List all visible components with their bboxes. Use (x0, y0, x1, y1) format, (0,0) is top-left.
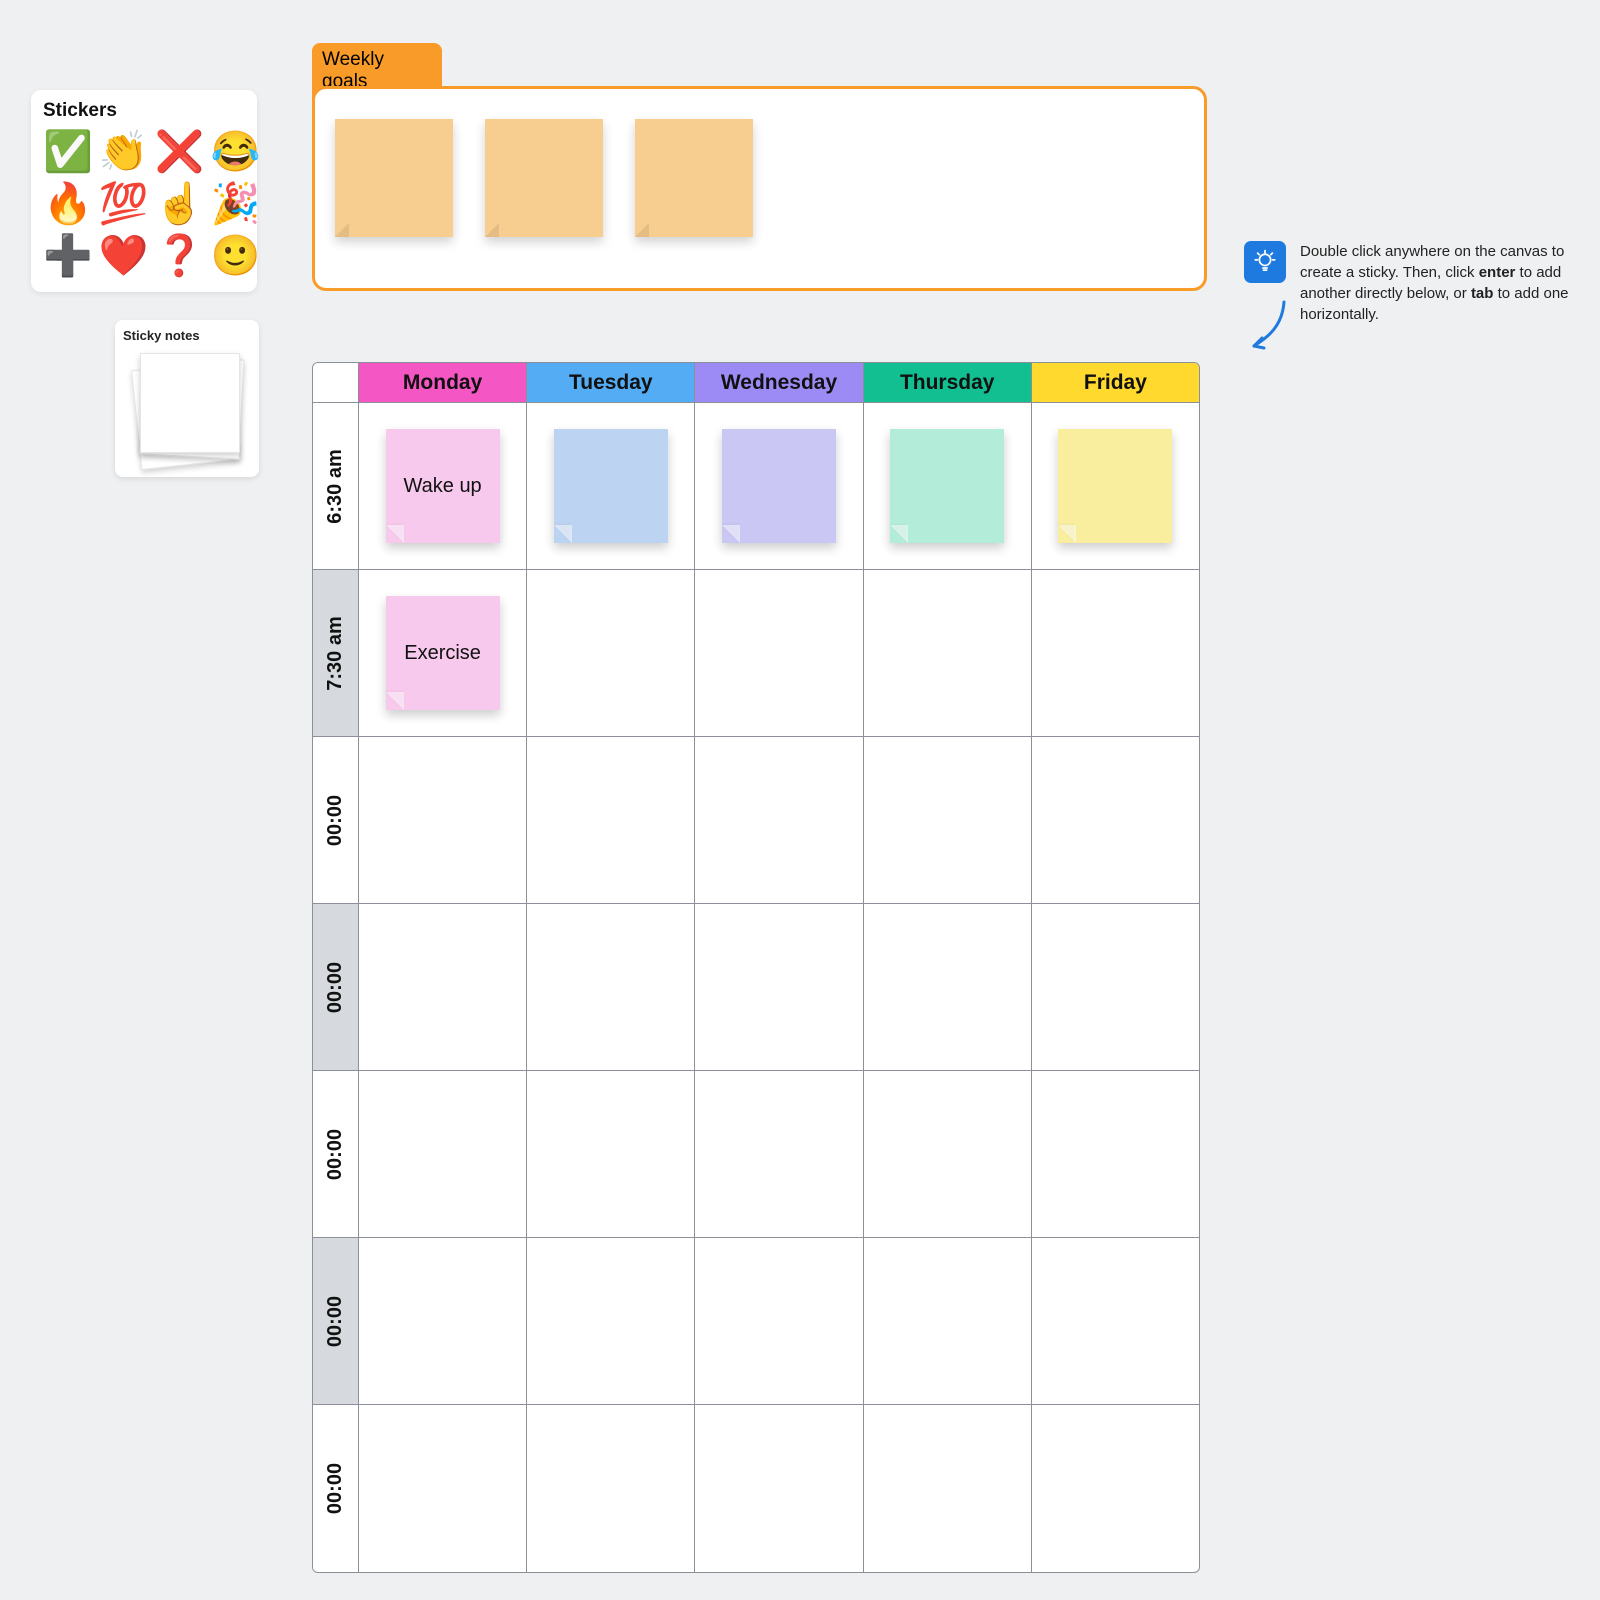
cell-r4-c1[interactable] (527, 1071, 695, 1238)
stickers-grid: ✅👏❌😂🔥💯☝️🎉➕❤️❓🙂 (43, 128, 245, 280)
cell-r2-c4[interactable] (1032, 737, 1199, 904)
cell-r4-c2[interactable] (695, 1071, 863, 1238)
cell-r6-c4[interactable] (1032, 1405, 1199, 1572)
time-header-blank (313, 363, 359, 403)
day-header-friday: Friday (1032, 363, 1199, 403)
weekly-goals-tab-line1: Weekly (322, 49, 384, 70)
cell-r6-c0[interactable] (359, 1405, 527, 1572)
cell-r6-c3[interactable] (864, 1405, 1032, 1572)
sticker-7[interactable]: 🎉 (210, 180, 260, 228)
cell-r5-c4[interactable] (1032, 1238, 1199, 1405)
cell-r4-c4[interactable] (1032, 1071, 1199, 1238)
cell-r2-c1[interactable] (527, 737, 695, 904)
sticky-notes-stack[interactable] (132, 349, 242, 459)
goal-note-2[interactable] (635, 119, 753, 237)
cell-r4-c0[interactable] (359, 1071, 527, 1238)
cell-r6-c1[interactable] (527, 1405, 695, 1572)
cell-r2-c3[interactable] (864, 737, 1032, 904)
cell-r1-c3[interactable] (864, 570, 1032, 737)
weekly-goals-box[interactable] (312, 86, 1207, 291)
sticky-notes-title: Sticky notes (123, 328, 251, 343)
sticky-note[interactable] (722, 429, 836, 543)
cell-r5-c0[interactable] (359, 1238, 527, 1405)
cell-r1-c0[interactable]: Exercise (359, 570, 527, 737)
cell-r3-c2[interactable] (695, 904, 863, 1071)
sticker-2[interactable]: ❌ (155, 128, 205, 176)
stickers-title: Stickers (43, 100, 245, 122)
cell-r0-c4[interactable] (1032, 403, 1199, 570)
sticker-10[interactable]: ❓ (155, 232, 205, 280)
cell-r3-c3[interactable] (864, 904, 1032, 1071)
time-label-2: 00:00 (313, 737, 359, 904)
sticky-note[interactable]: Wake up (386, 429, 500, 543)
sticker-3[interactable]: 😂 (210, 128, 260, 176)
cell-r0-c3[interactable] (864, 403, 1032, 570)
sticker-1[interactable]: 👏 (99, 128, 149, 176)
time-label-4: 00:00 (313, 1071, 359, 1238)
sticky-note[interactable] (1058, 429, 1172, 543)
sticky-notes-panel: Sticky notes (115, 320, 259, 477)
cell-r4-c3[interactable] (864, 1071, 1032, 1238)
cell-r6-c2[interactable] (695, 1405, 863, 1572)
cell-r5-c3[interactable] (864, 1238, 1032, 1405)
goal-note-1[interactable] (485, 119, 603, 237)
sticker-9[interactable]: ❤️ (99, 232, 149, 280)
sticker-11[interactable]: 🙂 (210, 232, 260, 280)
lightbulb-icon (1244, 241, 1286, 283)
tip-arrow-icon (1244, 298, 1290, 354)
sticker-5[interactable]: 💯 (99, 180, 149, 228)
tip-text: Double click anywhere on the canvas to c… (1300, 241, 1574, 325)
day-header-monday: Monday (359, 363, 527, 403)
day-header-wednesday: Wednesday (695, 363, 863, 403)
sticker-4[interactable]: 🔥 (43, 180, 93, 228)
cell-r3-c4[interactable] (1032, 904, 1199, 1071)
tip-callout: Double click anywhere on the canvas to c… (1244, 241, 1574, 325)
cell-r0-c1[interactable] (527, 403, 695, 570)
cell-r1-c4[interactable] (1032, 570, 1199, 737)
time-label-0: 6:30 am (313, 403, 359, 570)
sticker-6[interactable]: ☝️ (155, 180, 205, 228)
cell-r1-c1[interactable] (527, 570, 695, 737)
cell-r5-c1[interactable] (527, 1238, 695, 1405)
schedule-table: MondayTuesdayWednesdayThursdayFriday 6:30… (312, 362, 1200, 1573)
time-label-5: 00:00 (313, 1238, 359, 1405)
sticky-note[interactable] (890, 429, 1004, 543)
time-label-6: 00:00 (313, 1405, 359, 1572)
sticker-8[interactable]: ➕ (43, 232, 93, 280)
cell-r0-c2[interactable] (695, 403, 863, 570)
sticker-0[interactable]: ✅ (43, 128, 93, 176)
time-label-1: 7:30 am (313, 570, 359, 737)
stickers-panel: Stickers ✅👏❌😂🔥💯☝️🎉➕❤️❓🙂 (31, 90, 257, 292)
cell-r2-c2[interactable] (695, 737, 863, 904)
day-header-tuesday: Tuesday (527, 363, 695, 403)
goal-note-0[interactable] (335, 119, 453, 237)
cell-r1-c2[interactable] (695, 570, 863, 737)
sticky-note[interactable] (554, 429, 668, 543)
cell-r3-c0[interactable] (359, 904, 527, 1071)
day-header-thursday: Thursday (864, 363, 1032, 403)
cell-r3-c1[interactable] (527, 904, 695, 1071)
cell-r2-c0[interactable] (359, 737, 527, 904)
sticky-note[interactable]: Exercise (386, 596, 500, 710)
cell-r5-c2[interactable] (695, 1238, 863, 1405)
cell-r0-c0[interactable]: Wake up (359, 403, 527, 570)
time-label-3: 00:00 (313, 904, 359, 1071)
